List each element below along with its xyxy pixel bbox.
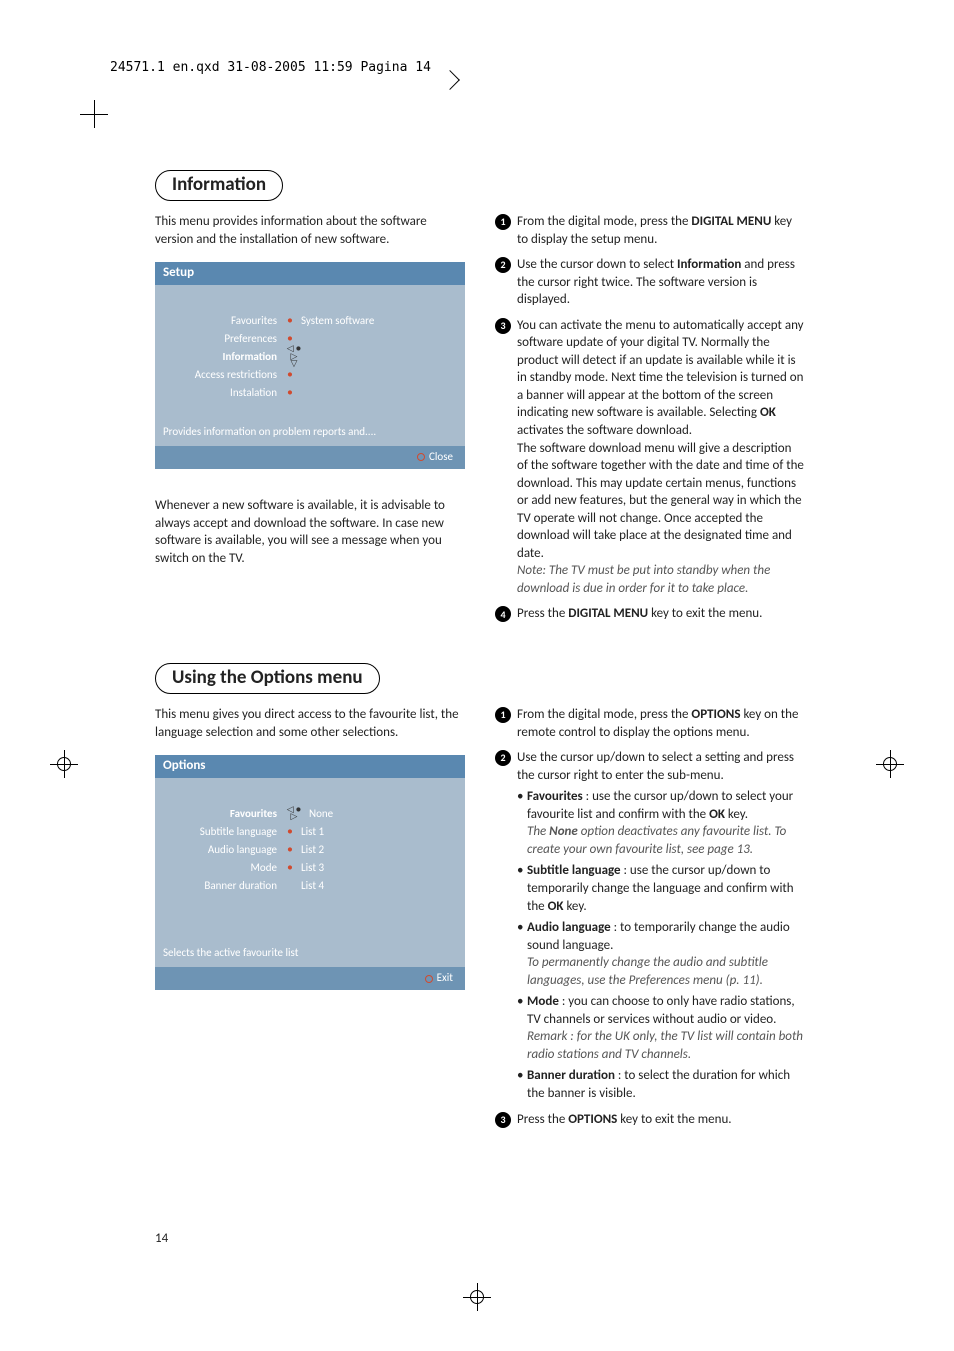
step-3: 3Press the OPTIONS key to exit the menu. xyxy=(495,1111,805,1129)
osd-hint: Selects the active favourite list xyxy=(155,942,465,967)
osd-exit-button[interactable]: Exit xyxy=(155,967,465,990)
nav-arrows-icon: ◁ ● ▷▽ xyxy=(285,345,303,367)
page-number: 14 xyxy=(155,1231,168,1246)
nav-arrows-icon: ◁ ● ▷ xyxy=(285,806,303,820)
step-number-icon: 4 xyxy=(495,606,511,622)
bullet-icon: ● xyxy=(285,844,295,855)
section-heading-options: Using the Options menu xyxy=(155,663,380,694)
section-heading-information: Information xyxy=(155,170,283,201)
step-number-icon: 2 xyxy=(495,257,511,273)
step-2: 2Use the cursor down to select Informati… xyxy=(495,256,805,309)
osd-title: Options xyxy=(155,755,465,778)
step-2: 2 Use the cursor up/down to select a set… xyxy=(495,749,805,1102)
bullet-icon: ● xyxy=(285,387,295,398)
osd-row: Access restrictions● xyxy=(163,365,457,383)
osd-title: Setup xyxy=(155,262,465,285)
osd-row: Mode●List 3 xyxy=(163,858,457,876)
registration-mark-icon xyxy=(876,750,904,778)
step-4: 4 Press the DIGITAL MENU key to exit the… xyxy=(495,605,805,623)
step-3: 3You can activate the menu to automatica… xyxy=(495,317,805,598)
sub-bullet-mode: •Mode : you can choose to only have radi… xyxy=(517,993,805,1063)
bullet-icon: ● xyxy=(285,333,295,344)
bullet-icon: ● xyxy=(285,369,295,380)
registration-mark-icon xyxy=(50,750,78,778)
bullet-icon: ● xyxy=(285,315,295,326)
osd-close-button[interactable]: Close xyxy=(155,446,465,469)
section2-intro: This menu gives you direct access to the… xyxy=(155,706,465,741)
step-1: 1From the digital mode, press the OPTION… xyxy=(495,706,805,741)
osd-hint: Provides information on problem reports … xyxy=(155,421,465,446)
osd-options-panel: Options Favourites◁ ● ▷None Subtitle lan… xyxy=(155,755,465,990)
bullet-icon: ● xyxy=(285,862,295,873)
osd-row: Preferences● xyxy=(163,329,457,347)
button-ring-icon xyxy=(425,975,433,983)
section1-intro: This menu provides information about the… xyxy=(155,213,465,248)
prepress-header: 24571.1 en.qxd 31-08-2005 11:59 Pagina 1… xyxy=(110,60,439,75)
bullet-icon: ● xyxy=(285,826,295,837)
button-ring-icon xyxy=(417,453,425,461)
section1-left-note: Whenever a new software is available, it… xyxy=(155,497,465,567)
step-1: 1From the digital mode, press the DIGITA… xyxy=(495,213,805,248)
sub-bullet-subtitle: •Subtitle language : use the cursor up/d… xyxy=(517,862,805,915)
osd-row-selected: Information◁ ● ▷▽ xyxy=(163,347,457,365)
registration-mark-icon xyxy=(463,1283,491,1311)
crop-mark-icon xyxy=(80,100,108,128)
step-number-icon: 3 xyxy=(495,1112,511,1128)
step-number-icon: 1 xyxy=(495,707,511,723)
osd-row: Favourites●System software xyxy=(163,311,457,329)
sub-bullet-audio: •Audio language : to temporarily change … xyxy=(517,919,805,989)
sub-bullet-favourites: •Favourites : use the cursor up/down to … xyxy=(517,788,805,858)
osd-setup-panel: Setup Favourites●System software Prefere… xyxy=(155,262,465,469)
step-number-icon: 1 xyxy=(495,214,511,230)
header-text: 24571.1 en.qxd 31-08-2005 11:59 Pagina 1… xyxy=(110,60,431,75)
step-number-icon: 3 xyxy=(495,318,511,334)
osd-row: Banner duration●List 4 xyxy=(163,876,457,894)
osd-row: Subtitle language●List 1 xyxy=(163,822,457,840)
osd-row: Audio language●List 2 xyxy=(163,840,457,858)
sub-bullet-banner: •Banner duration : to select the duratio… xyxy=(517,1067,805,1102)
osd-row: Instalation● xyxy=(163,383,457,401)
step-number-icon: 2 xyxy=(495,750,511,766)
osd-row-selected: Favourites◁ ● ▷None xyxy=(163,804,457,822)
